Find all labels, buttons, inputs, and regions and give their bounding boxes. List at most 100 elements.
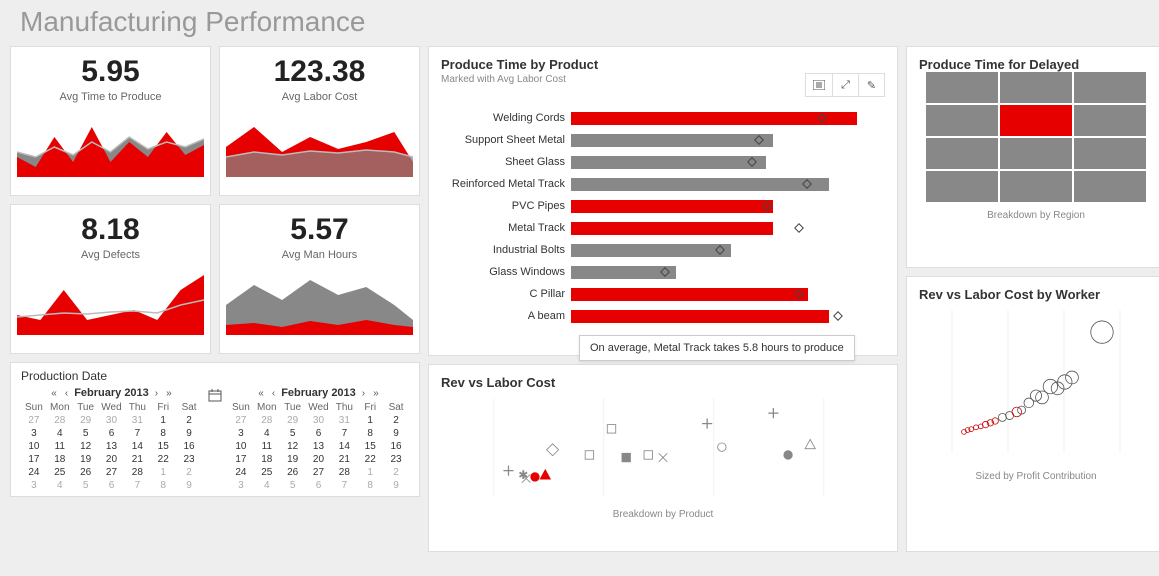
calendar-link-icon[interactable] <box>208 389 222 406</box>
calendar-day[interactable]: 11 <box>47 440 73 453</box>
calendar-day[interactable]: 1 <box>357 414 383 427</box>
calendar-day[interactable]: 21 <box>124 453 150 466</box>
calendar-day[interactable]: 2 <box>383 466 409 479</box>
calendar-day[interactable]: 27 <box>21 414 47 427</box>
kpi-avg-labor-cost[interactable]: 123.38 Avg Labor Cost <box>219 46 420 196</box>
treemap-cell[interactable] <box>1000 105 1072 136</box>
kpi-avg-man-hours[interactable]: 5.57 Avg Man Hours <box>219 204 420 354</box>
bar-row[interactable]: Glass Windows <box>441 261 885 283</box>
calendar-day[interactable]: 31 <box>331 414 357 427</box>
treemap-cell[interactable] <box>1074 138 1146 169</box>
calendar-day[interactable]: 14 <box>124 440 150 453</box>
bar-row[interactable]: A beam <box>441 305 885 327</box>
next-month-icon[interactable]: › <box>360 388 367 399</box>
calendar-day[interactable]: 31 <box>124 414 150 427</box>
chart-data-icon[interactable] <box>806 74 832 96</box>
prev-month-icon[interactable]: ‹ <box>270 388 277 399</box>
calendar-day[interactable]: 26 <box>73 466 99 479</box>
treemap-cell[interactable] <box>1000 72 1072 103</box>
treemap-cell[interactable] <box>926 105 998 136</box>
calendar-day[interactable]: 26 <box>280 466 306 479</box>
bar-row[interactable]: Reinforced Metal Track <box>441 173 885 195</box>
bar-row[interactable]: Support Sheet Metal <box>441 129 885 151</box>
calendar-day[interactable]: 3 <box>21 427 47 440</box>
calendar-day[interactable]: 9 <box>383 479 409 492</box>
calendar-day[interactable]: 28 <box>331 466 357 479</box>
calendar-day[interactable]: 27 <box>99 466 125 479</box>
calendar-day[interactable]: 22 <box>357 453 383 466</box>
calendar-day[interactable]: 22 <box>150 453 176 466</box>
calendar-day[interactable]: 8 <box>357 427 383 440</box>
calendar-day[interactable]: 1 <box>150 466 176 479</box>
produce-time-by-product-chart[interactable]: Produce Time by Product Marked with Avg … <box>428 46 898 356</box>
calendar-grid[interactable]: SunMonTueWedThuFriSat2728293031123456789… <box>228 401 409 492</box>
calendar-day[interactable]: 8 <box>150 427 176 440</box>
calendar-day[interactable]: 7 <box>331 479 357 492</box>
edit-icon[interactable]: ✎ <box>858 74 884 96</box>
calendar-day[interactable]: 17 <box>228 453 254 466</box>
calendar-day[interactable]: 24 <box>228 466 254 479</box>
calendar-day[interactable]: 21 <box>331 453 357 466</box>
calendar-day[interactable]: 4 <box>254 479 280 492</box>
treemap-cell[interactable] <box>926 138 998 169</box>
calendar-day[interactable]: 1 <box>150 414 176 427</box>
calendar-day[interactable]: 9 <box>176 427 202 440</box>
next-year-icon[interactable]: » <box>164 388 174 399</box>
calendar-day[interactable]: 7 <box>331 427 357 440</box>
calendar-day[interactable]: 6 <box>306 427 332 440</box>
next-year-icon[interactable]: » <box>371 388 381 399</box>
calendar-day[interactable]: 29 <box>280 414 306 427</box>
calendar-day[interactable]: 30 <box>99 414 125 427</box>
kpi-avg-defects[interactable]: 8.18 Avg Defects <box>10 204 211 354</box>
calendar-day[interactable]: 4 <box>254 427 280 440</box>
treemap-cell[interactable] <box>926 72 998 103</box>
calendar-day[interactable]: 12 <box>73 440 99 453</box>
calendar-day[interactable]: 2 <box>176 414 202 427</box>
calendar-day[interactable]: 10 <box>228 440 254 453</box>
calendar-day[interactable]: 16 <box>176 440 202 453</box>
calendar-day[interactable]: 7 <box>124 427 150 440</box>
calendar-day[interactable]: 4 <box>47 427 73 440</box>
calendar-day[interactable]: 2 <box>176 466 202 479</box>
calendar-day[interactable]: 3 <box>228 479 254 492</box>
calendar-day[interactable]: 3 <box>21 479 47 492</box>
treemap-cell[interactable] <box>1000 138 1072 169</box>
calendar-day[interactable]: 18 <box>47 453 73 466</box>
calendar-day[interactable]: 11 <box>254 440 280 453</box>
calendar-day[interactable]: 23 <box>176 453 202 466</box>
calendar-day[interactable]: 25 <box>47 466 73 479</box>
rev-vs-labor-cost-chart[interactable]: Rev vs Labor Cost ✱ Breakdown by Product <box>428 364 898 552</box>
calendar-day[interactable]: 13 <box>99 440 125 453</box>
treemap-cell[interactable] <box>1000 171 1072 202</box>
calendar-day[interactable]: 28 <box>124 466 150 479</box>
calendar-day[interactable]: 5 <box>280 427 306 440</box>
calendar-day[interactable]: 5 <box>280 479 306 492</box>
calendar-day[interactable]: 1 <box>357 466 383 479</box>
bar-row[interactable]: PVC Pipes <box>441 195 885 217</box>
produce-time-delayed-chart[interactable]: Produce Time for Delayed Breakdown by Re… <box>906 46 1159 268</box>
calendar-day[interactable]: 27 <box>228 414 254 427</box>
calendar-day[interactable]: 19 <box>280 453 306 466</box>
calendar-day[interactable]: 6 <box>99 479 125 492</box>
next-month-icon[interactable]: › <box>153 388 160 399</box>
calendar-day[interactable]: 8 <box>150 479 176 492</box>
bar-row[interactable]: C Pillar <box>441 283 885 305</box>
calendar-day[interactable]: 25 <box>254 466 280 479</box>
calendar-day[interactable]: 16 <box>383 440 409 453</box>
calendar-day[interactable]: 2 <box>383 414 409 427</box>
calendar-day[interactable]: 4 <box>47 479 73 492</box>
rev-vs-labor-by-worker-chart[interactable]: Rev vs Labor Cost by Worker Sized by Pro… <box>906 276 1159 552</box>
kpi-avg-time[interactable]: 5.95 Avg Time to Produce <box>10 46 211 196</box>
calendar-day[interactable]: 20 <box>99 453 125 466</box>
calendar-day[interactable]: 15 <box>150 440 176 453</box>
calendar-day[interactable]: 8 <box>357 479 383 492</box>
calendar-day[interactable]: 29 <box>73 414 99 427</box>
treemap-cell[interactable] <box>1074 171 1146 202</box>
calendar-day[interactable]: 6 <box>306 479 332 492</box>
calendar-day[interactable]: 6 <box>99 427 125 440</box>
calendar-day[interactable]: 14 <box>331 440 357 453</box>
treemap-cell[interactable] <box>1074 105 1146 136</box>
calendar-day[interactable]: 23 <box>383 453 409 466</box>
calendar-grid[interactable]: SunMonTueWedThuFriSat2728293031123456789… <box>21 401 202 492</box>
calendar-day[interactable]: 17 <box>21 453 47 466</box>
